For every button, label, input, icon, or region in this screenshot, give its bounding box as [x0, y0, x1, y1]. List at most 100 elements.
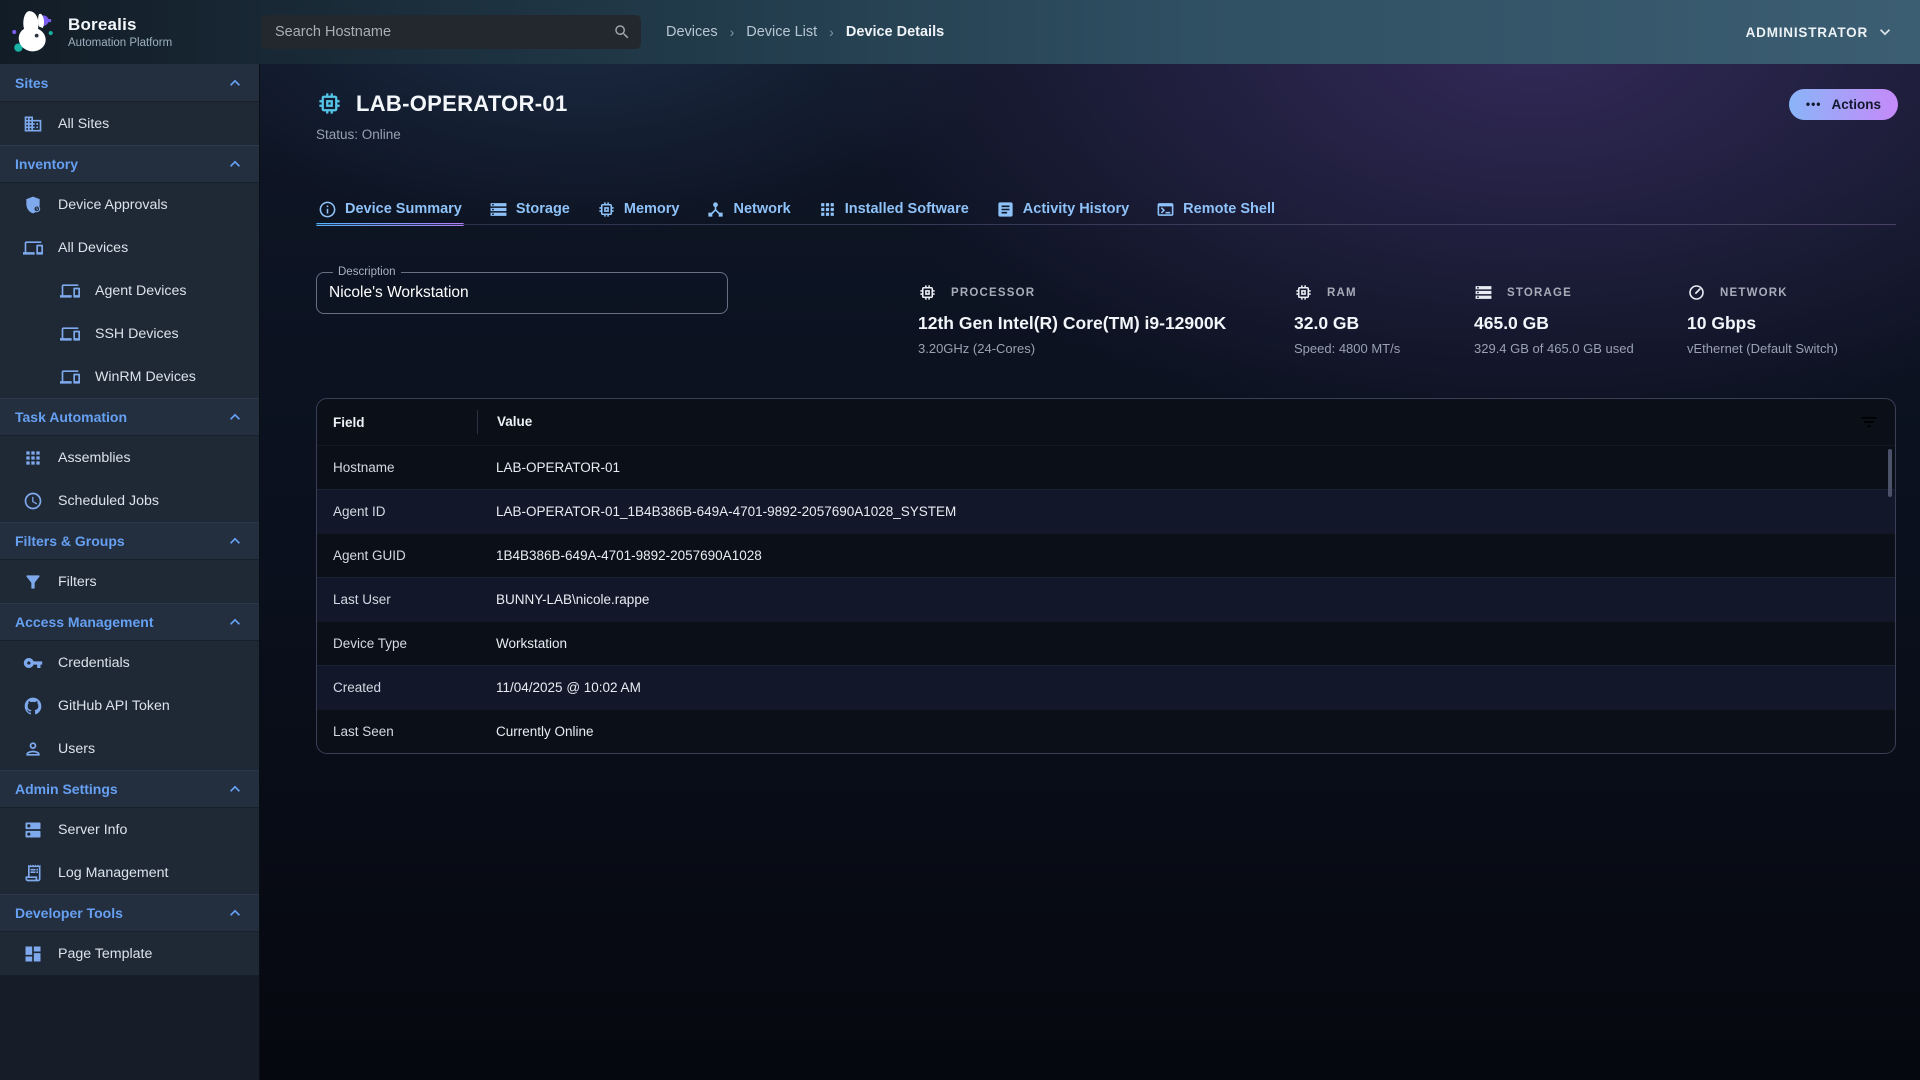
tab-network[interactable]: Network	[704, 193, 792, 225]
search-input[interactable]	[275, 24, 613, 40]
value-cell: 11/04/2025 @ 10:02 AM	[477, 680, 1895, 695]
sidebar-section-sites[interactable]: Sites	[0, 64, 259, 102]
section-label: Filters & Groups	[15, 533, 125, 549]
stat-storage: STORAGE 465.0 GB 329.4 GB of 465.0 GB us…	[1474, 283, 1634, 356]
info-icon	[318, 200, 337, 219]
sidebar-section-access-management[interactable]: Access Management	[0, 603, 259, 641]
tab-remote-shell[interactable]: Remote Shell	[1154, 193, 1277, 225]
tab-memory[interactable]: Memory	[595, 193, 682, 225]
article-icon	[996, 200, 1015, 219]
user-menu[interactable]: ADMINISTRATOR	[1746, 0, 1895, 64]
sidebar-item-github-api-token[interactable]: GitHub API Token	[0, 684, 259, 727]
breadcrumb-device-list[interactable]: Device List	[746, 24, 817, 40]
breadcrumb-device-details: Device Details	[846, 24, 944, 40]
section-label: Sites	[15, 75, 48, 91]
sidebar-item-ssh-devices[interactable]: SSH Devices	[0, 312, 259, 355]
device-details-table: Field Value Hostname LAB-OPERATOR-01 Age…	[316, 398, 1896, 754]
sidebar-section-inventory[interactable]: Inventory	[0, 145, 259, 183]
sidebar-item-label: Device Approvals	[58, 197, 168, 213]
sidebar-item-scheduled-jobs[interactable]: Scheduled Jobs	[0, 479, 259, 522]
table-row: Agent ID LAB-OPERATOR-01_1B4B386B-649A-4…	[317, 489, 1895, 533]
sidebar-item-assemblies[interactable]: Assemblies	[0, 436, 259, 479]
tab-label: Device Summary	[345, 201, 462, 217]
person-icon	[23, 739, 43, 759]
chevron-up-icon	[225, 612, 245, 632]
chevron-up-icon	[225, 779, 245, 799]
breadcrumb-devices[interactable]: Devices	[666, 24, 718, 40]
filter-icon[interactable]	[1859, 412, 1879, 432]
sidebar-item-users[interactable]: Users	[0, 727, 259, 770]
column-header-field: Field	[317, 415, 477, 430]
chevron-up-icon	[225, 407, 245, 427]
table-row: Last Seen Currently Online	[317, 709, 1895, 753]
sidebar-item-label: All Devices	[58, 240, 128, 256]
section-label: Inventory	[15, 156, 78, 172]
grid-icon	[23, 448, 43, 468]
sidebar-item-page-template[interactable]: Page Template	[0, 932, 259, 975]
sidebar-section-developer-tools[interactable]: Developer Tools	[0, 894, 259, 932]
tab-device-summary[interactable]: Device Summary	[316, 193, 464, 225]
sidebar-item-label: Assemblies	[58, 450, 131, 466]
search-icon[interactable]	[613, 23, 631, 41]
brand-logo[interactable]: Borealis Automation Platform	[8, 7, 172, 57]
field-cell: Last Seen	[317, 724, 477, 739]
actions-button[interactable]: ••• Actions	[1789, 89, 1898, 120]
stat-ram: RAM 32.0 GB Speed: 4800 MT/s	[1294, 283, 1400, 356]
tab-installed-software[interactable]: Installed Software	[816, 193, 971, 225]
sidebar-item-label: WinRM Devices	[95, 369, 196, 385]
sidebar-item-label: SSH Devices	[95, 326, 179, 342]
tab-storage[interactable]: Storage	[487, 193, 572, 225]
page-title: LAB-OPERATOR-01	[356, 91, 567, 117]
sidebar-section-admin-settings[interactable]: Admin Settings	[0, 770, 259, 808]
storage-icon	[489, 200, 508, 219]
sidebar-item-log-management[interactable]: Log Management	[0, 851, 259, 894]
tab-label: Memory	[624, 201, 680, 217]
sidebar-item-filters[interactable]: Filters	[0, 560, 259, 603]
stat-label: RAM	[1327, 287, 1357, 299]
status-text: Status: Online	[316, 127, 401, 142]
devices-icon	[60, 281, 80, 301]
value-cell: Currently Online	[477, 724, 1895, 739]
table-scrollbar[interactable]	[1888, 449, 1892, 497]
sidebar-item-label: Page Template	[58, 946, 152, 962]
section-label: Admin Settings	[15, 781, 118, 797]
stat-detail: vEthernet (Default Switch)	[1687, 341, 1838, 356]
stat-network: NETWORK 10 Gbps vEthernet (Default Switc…	[1687, 283, 1838, 356]
sidebar-item-all-sites[interactable]: All Sites	[0, 102, 259, 145]
column-header-value: Value	[477, 410, 1895, 434]
field-cell: Agent GUID	[317, 548, 477, 563]
sidebar-section-filters-groups[interactable]: Filters & Groups	[0, 522, 259, 560]
sidebar-item-server-info[interactable]: Server Info	[0, 808, 259, 851]
sidebar-item-label: GitHub API Token	[58, 698, 170, 714]
sidebar-item-all-devices[interactable]: All Devices	[0, 226, 259, 269]
tab-label: Installed Software	[845, 201, 969, 217]
sidebar-menu: Sites All Sites Inventory Device Approva…	[0, 64, 259, 975]
chevron-up-icon	[225, 531, 245, 551]
brand-name: Borealis	[68, 15, 172, 35]
chevron-up-icon	[225, 73, 245, 93]
stat-label: STORAGE	[1507, 287, 1572, 299]
description-input[interactable]	[329, 280, 715, 306]
chevron-up-icon	[225, 903, 245, 923]
sidebar-item-winrm-devices[interactable]: WinRM Devices	[0, 355, 259, 398]
table-body: Hostname LAB-OPERATOR-01 Agent ID LAB-OP…	[317, 445, 1895, 753]
value-cell: LAB-OPERATOR-01	[477, 460, 1895, 475]
gauge-icon	[1687, 283, 1706, 302]
sidebar-item-label: Credentials	[58, 655, 130, 671]
chevron-up-icon	[225, 154, 245, 174]
field-cell: Hostname	[317, 460, 477, 475]
section-label: Access Management	[15, 614, 154, 630]
value-cell: Workstation	[477, 636, 1895, 651]
user-menu-label: ADMINISTRATOR	[1746, 25, 1868, 40]
tab-activity-history[interactable]: Activity History	[994, 193, 1131, 225]
tab-label: Remote Shell	[1183, 201, 1275, 217]
sidebar-section-task-automation[interactable]: Task Automation	[0, 398, 259, 436]
table-row: Created 11/04/2025 @ 10:02 AM	[317, 665, 1895, 709]
sidebar-item-agent-devices[interactable]: Agent Devices	[0, 269, 259, 312]
table-row: Hostname LAB-OPERATOR-01	[317, 445, 1895, 489]
sidebar-item-credentials[interactable]: Credentials	[0, 641, 259, 684]
value-cell: LAB-OPERATOR-01_1B4B386B-649A-4701-9892-…	[477, 504, 1895, 519]
table-header: Field Value	[317, 399, 1895, 445]
sidebar-item-device-approvals[interactable]: Device Approvals	[0, 183, 259, 226]
github-icon	[23, 696, 43, 716]
